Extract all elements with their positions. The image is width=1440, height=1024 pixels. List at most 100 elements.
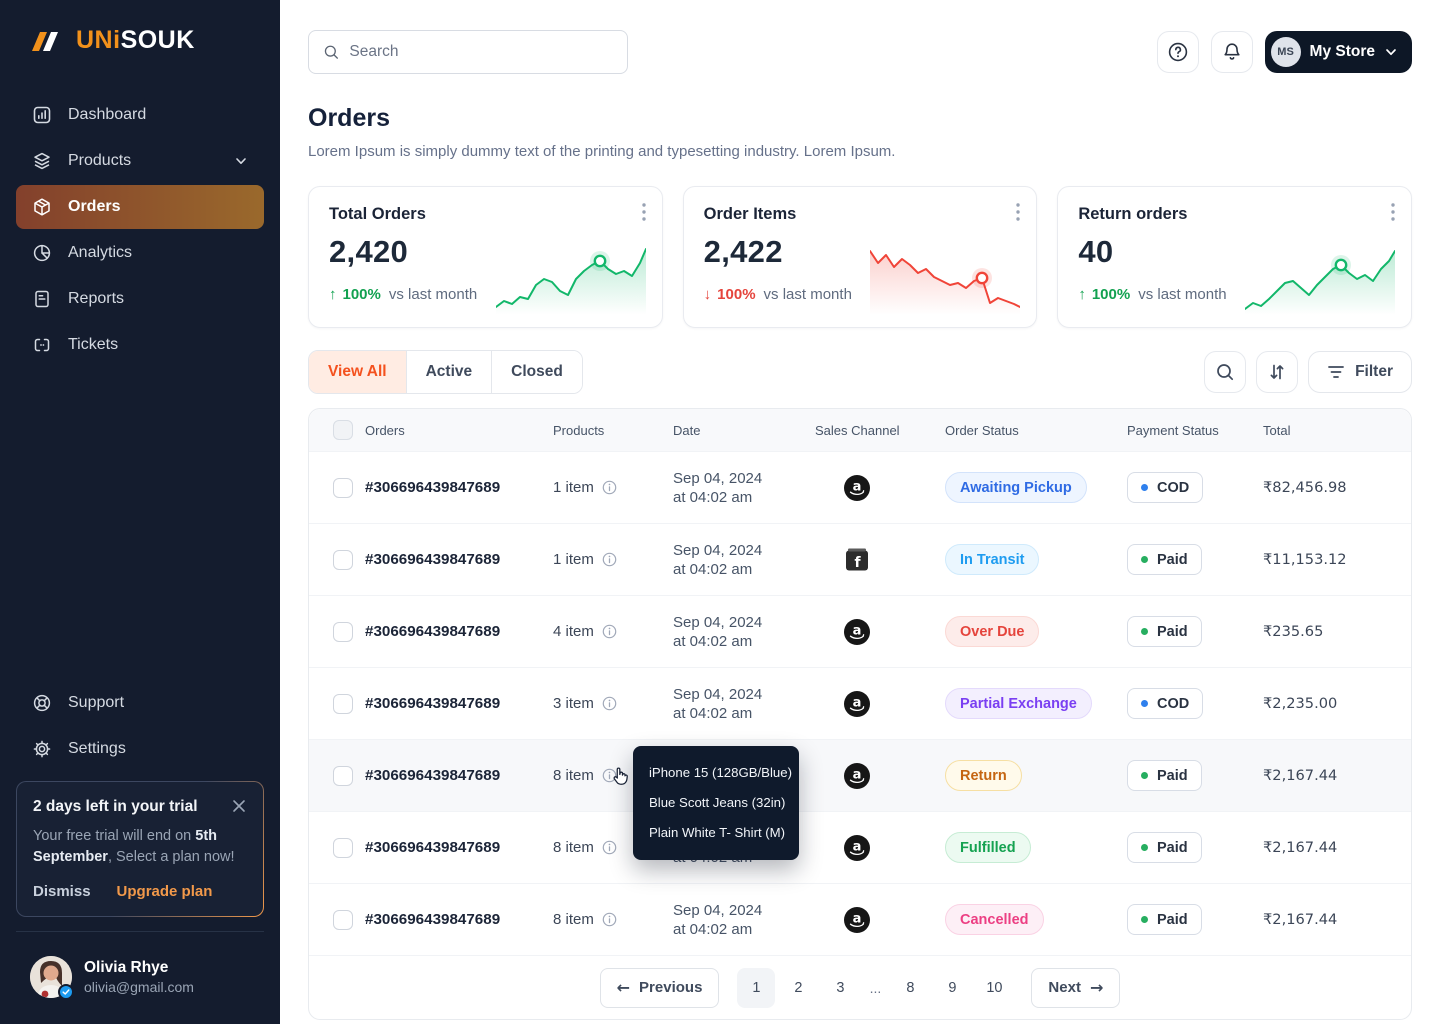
order-total: ₹2,167.44	[1263, 839, 1411, 856]
dismiss-button[interactable]: Dismiss	[33, 883, 91, 900]
previous-button[interactable]: ← Previous	[600, 968, 720, 1008]
page-subtitle: Lorem Ipsum is simply dummy text of the …	[308, 143, 1412, 160]
sidebar-item-label: Support	[68, 694, 124, 712]
user-profile[interactable]: Olivia Rhye olivia@gmail.com	[0, 938, 280, 1024]
items-count: 3 item	[553, 695, 594, 712]
table-search-button[interactable]	[1204, 351, 1246, 393]
kebab-menu-icon[interactable]	[1391, 203, 1395, 221]
store-switcher[interactable]: MS My Store	[1265, 31, 1412, 73]
search-icon	[1215, 362, 1235, 382]
svg-text:a: a	[853, 623, 862, 638]
sidebar-item-tickets[interactable]: Tickets	[16, 323, 264, 367]
header-orders: Orders	[365, 423, 553, 438]
info-icon[interactable]	[601, 551, 618, 568]
trial-title: 2 days left in your trial	[33, 798, 198, 816]
info-icon[interactable]	[601, 479, 618, 496]
table-row[interactable]: #306696439847689 8 item Sep 04, 2024 at …	[309, 739, 1411, 811]
logo-mark-icon	[30, 27, 66, 55]
items-count: 1 item	[553, 479, 594, 496]
sidebar-item-label: Products	[68, 152, 131, 170]
user-name: Olivia Rhye	[84, 959, 194, 977]
card-title: Order Items	[704, 205, 1017, 224]
search-input[interactable]	[349, 43, 613, 61]
sidebar-item-support[interactable]: Support	[16, 681, 264, 725]
trial-banner: 2 days left in your trial Your free tria…	[16, 781, 264, 918]
order-date: Sep 04, 2024	[673, 902, 762, 919]
page-button-2[interactable]: 2	[779, 968, 817, 1008]
package-icon	[32, 197, 52, 217]
tab-closed[interactable]: Closed	[491, 351, 582, 393]
layers-icon	[32, 151, 52, 171]
table-row[interactable]: #306696439847689 1 item Sep 04, 2024 at …	[309, 451, 1411, 523]
kebab-menu-icon[interactable]	[1016, 203, 1020, 221]
info-icon[interactable]	[601, 695, 618, 712]
stat-card-return-orders: Return orders 40 ↑100%vs last month	[1057, 186, 1412, 328]
page-button-1[interactable]: 1	[737, 968, 775, 1008]
table-row[interactable]: #306696439847689 8 item Sep 04, 2024 at …	[309, 811, 1411, 883]
page-button-8[interactable]: 8	[891, 968, 929, 1008]
sidebar-item-reports[interactable]: Reports	[16, 277, 264, 321]
tab-view-all[interactable]: View All	[309, 351, 406, 393]
lifebuoy-icon	[32, 693, 52, 713]
row-checkbox[interactable]	[333, 550, 353, 570]
order-time: at 04:02 am	[673, 633, 752, 650]
page-button-10[interactable]: 10	[975, 968, 1013, 1008]
pagination: ← Previous 123...8910 Next →	[309, 955, 1411, 1019]
order-time: at 04:02 am	[673, 921, 752, 938]
payment-status-badge: Paid	[1127, 760, 1202, 791]
info-icon[interactable]	[601, 839, 618, 856]
row-checkbox[interactable]	[333, 694, 353, 714]
order-total: ₹2,167.44	[1263, 767, 1411, 784]
close-icon[interactable]	[231, 798, 247, 814]
table-row[interactable]: #306696439847689 1 item Sep 04, 2024 at …	[309, 523, 1411, 595]
upgrade-plan-button[interactable]: Upgrade plan	[117, 883, 213, 900]
amazon-icon: a	[843, 834, 871, 862]
tab-active[interactable]: Active	[406, 351, 492, 393]
table-row[interactable]: #306696439847689 8 item Sep 04, 2024 at …	[309, 883, 1411, 955]
user-email: olivia@gmail.com	[84, 979, 194, 995]
search-box[interactable]	[308, 30, 628, 74]
order-id: #306696439847689	[365, 767, 553, 784]
sort-button[interactable]	[1256, 351, 1298, 393]
card-title: Return orders	[1078, 205, 1391, 224]
info-icon[interactable]	[601, 767, 618, 784]
trend-arrow-icon: ↑	[329, 286, 337, 303]
page-button-3[interactable]: 3	[821, 968, 859, 1008]
row-checkbox[interactable]	[333, 766, 353, 786]
table-row[interactable]: #306696439847689 3 item Sep 04, 2024 at …	[309, 667, 1411, 739]
table-row[interactable]: #306696439847689 4 item Sep 04, 2024 at …	[309, 595, 1411, 667]
order-id: #306696439847689	[365, 479, 553, 496]
row-checkbox[interactable]	[333, 622, 353, 642]
kebab-menu-icon[interactable]	[642, 203, 646, 221]
tooltip-item: iPhone 15 (128GB/Blue)	[649, 758, 783, 788]
row-checkbox[interactable]	[333, 910, 353, 930]
help-button[interactable]	[1157, 31, 1199, 73]
order-id: #306696439847689	[365, 839, 553, 856]
payment-status-badge: Paid	[1127, 832, 1202, 863]
sidebar-item-label: Tickets	[68, 336, 118, 354]
header-products: Products	[553, 423, 673, 438]
sidebar-item-orders[interactable]: Orders	[16, 185, 264, 229]
row-checkbox[interactable]	[333, 838, 353, 858]
page-button-9[interactable]: 9	[933, 968, 971, 1008]
notifications-button[interactable]	[1211, 31, 1253, 73]
sidebar-item-settings[interactable]: Settings	[16, 727, 264, 771]
info-icon[interactable]	[601, 911, 618, 928]
search-icon	[323, 43, 339, 61]
svg-text:f: f	[854, 555, 861, 571]
facebook-icon: f	[843, 546, 871, 574]
select-all-checkbox[interactable]	[333, 420, 353, 440]
order-time: at 04:02 am	[673, 489, 752, 506]
filter-button[interactable]: Filter	[1308, 351, 1412, 393]
gear-icon	[32, 739, 52, 759]
next-button[interactable]: Next →	[1031, 968, 1120, 1008]
info-icon[interactable]	[601, 623, 618, 640]
items-count: 8 item	[553, 767, 594, 784]
sidebar-item-products[interactable]: Products	[16, 139, 264, 183]
sidebar-item-dashboard[interactable]: Dashboard	[16, 93, 264, 137]
order-status-badge: Fulfilled	[945, 832, 1031, 863]
store-avatar: MS	[1271, 37, 1301, 67]
chevron-down-icon	[234, 154, 248, 168]
row-checkbox[interactable]	[333, 478, 353, 498]
sidebar-item-analytics[interactable]: Analytics	[16, 231, 264, 275]
